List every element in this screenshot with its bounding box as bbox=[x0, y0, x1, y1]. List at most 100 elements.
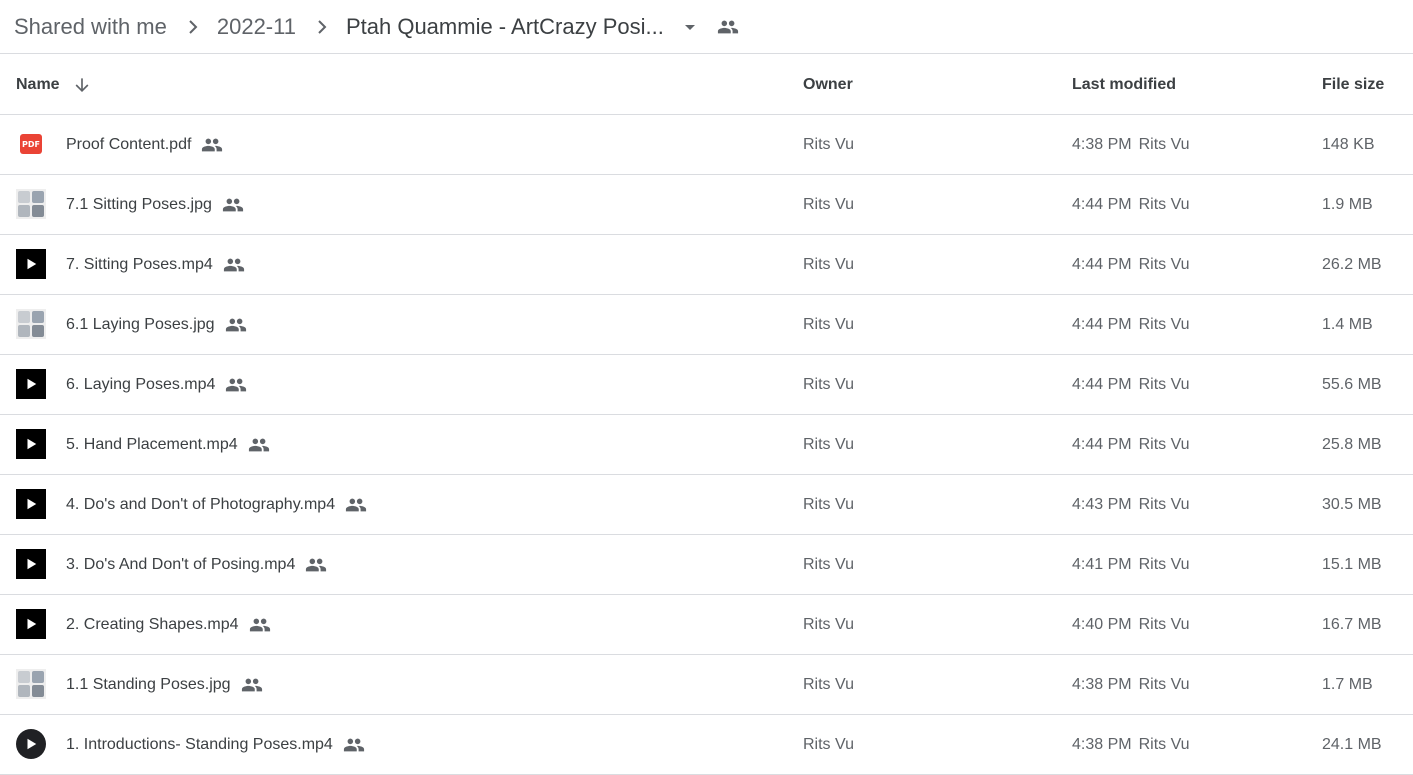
file-name-cell: 2. Creating Shapes.mp4 bbox=[66, 595, 271, 654]
modified-by: Rits Vu bbox=[1138, 555, 1190, 573]
file-size: 1.9 MB bbox=[1322, 195, 1373, 213]
file-name[interactable]: 3. Do's And Don't of Posing.mp4 bbox=[66, 556, 295, 574]
file-name[interactable]: 5. Hand Placement.mp4 bbox=[66, 436, 238, 454]
file-owner: Rits Vu bbox=[803, 315, 854, 333]
file-list: PDF Proof Content.pdf Rits Vu 4:38 PM Rits V… bbox=[0, 115, 1413, 775]
file-name[interactable]: 6.1 Laying Poses.jpg bbox=[66, 316, 215, 334]
file-name[interactable]: 6. Laying Poses.mp4 bbox=[66, 376, 215, 394]
modified-time: 4:43 PM bbox=[1072, 495, 1132, 513]
file-type-icon bbox=[16, 309, 46, 339]
people-icon bbox=[248, 434, 270, 456]
file-owner: Rits Vu bbox=[803, 375, 854, 393]
modified-time: 4:38 PM bbox=[1072, 675, 1132, 693]
file-owner: Rits Vu bbox=[803, 255, 854, 273]
file-name-cell: 1.1 Standing Poses.jpg bbox=[66, 655, 263, 714]
file-last-modified: 4:38 PM Rits Vu bbox=[1072, 655, 1190, 714]
column-header-row: Name Owner Last modified File size bbox=[0, 55, 1413, 115]
file-last-modified: 4:38 PM Rits Vu bbox=[1072, 115, 1190, 174]
column-header-name-label: Name bbox=[16, 75, 60, 93]
file-name-cell: 7.1 Sitting Poses.jpg bbox=[66, 175, 244, 234]
arrow-down-icon[interactable] bbox=[72, 75, 92, 95]
file-row[interactable]: 6. Laying Poses.mp4 Rits Vu 4:44 PM Rits Vu… bbox=[0, 355, 1413, 415]
column-header-file-size[interactable]: File size bbox=[1322, 55, 1384, 114]
people-icon bbox=[343, 734, 365, 756]
modified-time: 4:40 PM bbox=[1072, 615, 1132, 633]
file-name-cell: 5. Hand Placement.mp4 bbox=[66, 415, 270, 474]
file-size: 16.7 MB bbox=[1322, 615, 1382, 633]
file-row[interactable]: 7.1 Sitting Poses.jpg Rits Vu 4:44 PM Rits … bbox=[0, 175, 1413, 235]
breadcrumb: Shared with me 2022-11 Ptah Quammie - Ar… bbox=[0, 0, 1413, 54]
modified-time: 4:44 PM bbox=[1072, 255, 1132, 273]
column-header-last-modified[interactable]: Last modified bbox=[1072, 55, 1176, 114]
file-last-modified: 4:41 PM Rits Vu bbox=[1072, 535, 1190, 594]
modified-time: 4:44 PM bbox=[1072, 315, 1132, 333]
file-name-cell: 7. Sitting Poses.mp4 bbox=[66, 235, 245, 294]
file-last-modified: 4:40 PM Rits Vu bbox=[1072, 595, 1190, 654]
file-owner: Rits Vu bbox=[803, 495, 854, 513]
file-last-modified: 4:44 PM Rits Vu bbox=[1072, 175, 1190, 234]
modified-by: Rits Vu bbox=[1138, 255, 1190, 273]
file-name[interactable]: 1.1 Standing Poses.jpg bbox=[66, 676, 231, 694]
file-name[interactable]: 4. Do's and Don't of Photography.mp4 bbox=[66, 496, 335, 514]
file-type-icon bbox=[16, 609, 46, 639]
modified-by: Rits Vu bbox=[1138, 195, 1190, 213]
people-icon bbox=[225, 374, 247, 396]
breadcrumb-shared-with-me[interactable]: Shared with me bbox=[14, 14, 167, 40]
file-owner: Rits Vu bbox=[803, 135, 854, 153]
breadcrumb-current-folder[interactable]: Ptah Quammie - ArtCrazy Posi... bbox=[346, 14, 664, 40]
image-thumbnail bbox=[16, 189, 46, 219]
video-play-icon bbox=[16, 489, 46, 519]
file-owner: Rits Vu bbox=[803, 615, 854, 633]
file-type-icon bbox=[16, 429, 46, 459]
file-row[interactable]: PDF Proof Content.pdf Rits Vu 4:38 PM Rits V… bbox=[0, 115, 1413, 175]
file-row[interactable]: 4. Do's and Don't of Photography.mp4 Rits… bbox=[0, 475, 1413, 535]
file-size: 1.4 MB bbox=[1322, 315, 1373, 333]
file-size: 25.8 MB bbox=[1322, 435, 1382, 453]
people-icon bbox=[222, 194, 244, 216]
file-type-icon bbox=[16, 189, 46, 219]
file-size: 55.6 MB bbox=[1322, 375, 1382, 393]
file-last-modified: 4:44 PM Rits Vu bbox=[1072, 295, 1190, 354]
column-header-owner[interactable]: Owner bbox=[803, 55, 853, 114]
file-row[interactable]: 7. Sitting Poses.mp4 Rits Vu 4:44 PM Rits V… bbox=[0, 235, 1413, 295]
file-size: 15.1 MB bbox=[1322, 555, 1382, 573]
video-play-icon bbox=[16, 249, 46, 279]
file-name[interactable]: 1. Introductions- Standing Poses.mp4 bbox=[66, 736, 333, 754]
file-name-cell: 4. Do's and Don't of Photography.mp4 bbox=[66, 475, 367, 534]
people-icon bbox=[241, 674, 263, 696]
file-row[interactable]: 5. Hand Placement.mp4 Rits Vu 4:44 PM Rits … bbox=[0, 415, 1413, 475]
modified-time: 4:38 PM bbox=[1072, 135, 1132, 153]
video-play-icon bbox=[16, 429, 46, 459]
modified-time: 4:44 PM bbox=[1072, 375, 1132, 393]
file-name[interactable]: 2. Creating Shapes.mp4 bbox=[66, 616, 239, 634]
file-name[interactable]: Proof Content.pdf bbox=[66, 136, 191, 154]
modified-by: Rits Vu bbox=[1138, 315, 1190, 333]
file-row[interactable]: 2. Creating Shapes.mp4 Rits Vu 4:40 PM Rits… bbox=[0, 595, 1413, 655]
file-size: 148 KB bbox=[1322, 135, 1375, 153]
modified-by: Rits Vu bbox=[1138, 135, 1190, 153]
modified-by: Rits Vu bbox=[1138, 375, 1190, 393]
file-row[interactable]: 1.1 Standing Poses.jpg Rits Vu 4:38 PM Rits… bbox=[0, 655, 1413, 715]
shared-people-icon[interactable] bbox=[716, 15, 740, 39]
file-name-cell: 6.1 Laying Poses.jpg bbox=[66, 295, 247, 354]
modified-by: Rits Vu bbox=[1138, 435, 1190, 453]
file-row[interactable]: 6.1 Laying Poses.jpg Rits Vu 4:44 PM Rits V… bbox=[0, 295, 1413, 355]
modified-by: Rits Vu bbox=[1138, 675, 1190, 693]
file-type-icon bbox=[16, 249, 46, 279]
file-owner: Rits Vu bbox=[803, 195, 854, 213]
file-owner: Rits Vu bbox=[803, 555, 854, 573]
caret-down-icon[interactable] bbox=[678, 15, 702, 39]
file-size: 24.1 MB bbox=[1322, 735, 1382, 753]
file-row[interactable]: 1. Introductions- Standing Poses.mp4 Rits… bbox=[0, 715, 1413, 775]
people-icon bbox=[249, 614, 271, 636]
file-name[interactable]: 7.1 Sitting Poses.jpg bbox=[66, 196, 212, 214]
image-thumbnail bbox=[16, 669, 46, 699]
modified-time: 4:44 PM bbox=[1072, 435, 1132, 453]
file-type-icon bbox=[16, 549, 46, 579]
file-name[interactable]: 7. Sitting Poses.mp4 bbox=[66, 256, 213, 274]
column-header-name[interactable]: Name bbox=[16, 55, 92, 114]
modified-by: Rits Vu bbox=[1138, 735, 1190, 753]
file-row[interactable]: 3. Do's And Don't of Posing.mp4 Rits Vu 4:… bbox=[0, 535, 1413, 595]
file-last-modified: 4:44 PM Rits Vu bbox=[1072, 355, 1190, 414]
breadcrumb-folder-2022-11[interactable]: 2022-11 bbox=[217, 14, 296, 40]
